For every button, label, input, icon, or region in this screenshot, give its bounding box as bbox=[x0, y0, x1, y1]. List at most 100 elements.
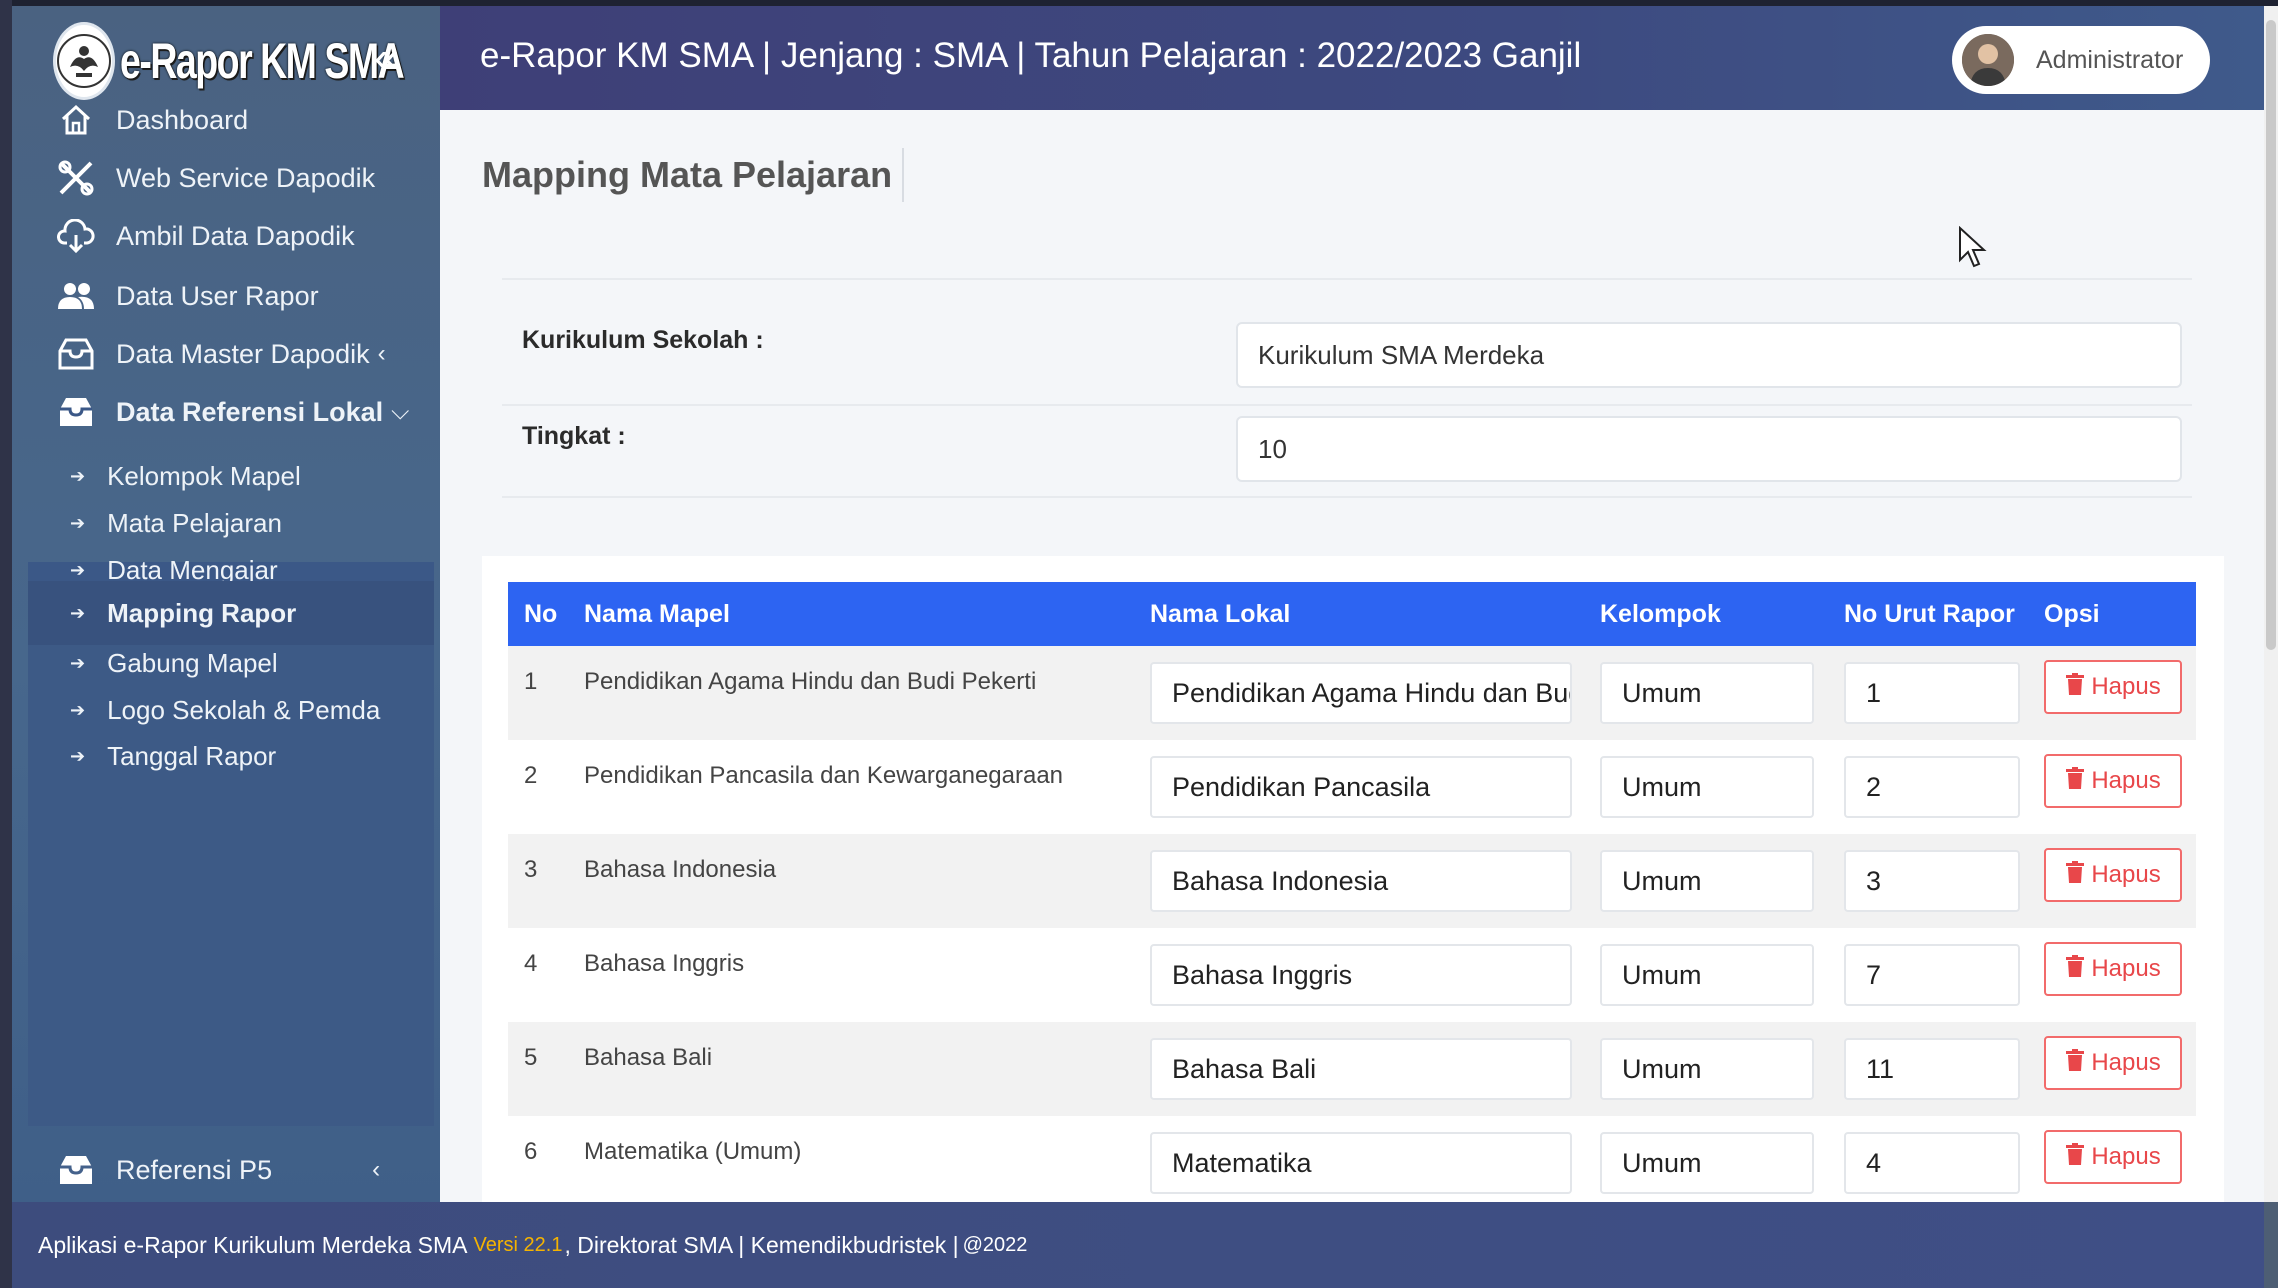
delete-label: Hapus bbox=[2091, 673, 2161, 700]
arrow-right-icon: ➔ bbox=[70, 652, 86, 673]
avatar bbox=[1962, 34, 2014, 86]
no-urut-input[interactable] bbox=[1844, 662, 2020, 724]
no-urut-input[interactable] bbox=[1844, 850, 2020, 912]
submenu-item-label: Tanggal Rapor bbox=[107, 740, 277, 771]
user-menu-button[interactable]: Administrator bbox=[1952, 26, 2210, 94]
no-urut-input[interactable] bbox=[1844, 1132, 2020, 1194]
sidebar-item-label: Data Master Dapodik bbox=[116, 338, 370, 369]
trash-icon bbox=[2065, 954, 2085, 984]
trash-icon bbox=[2065, 672, 2085, 702]
no-urut-input[interactable] bbox=[1844, 1038, 2020, 1100]
column-header-no-urut-rapor: No Urut Rapor bbox=[1844, 600, 2015, 628]
kelompok-input[interactable] bbox=[1600, 944, 1814, 1006]
footer-year: @2022 bbox=[962, 1233, 1028, 1256]
scrollbar-thumb[interactable] bbox=[2266, 20, 2276, 650]
arrow-right-icon: ➔ bbox=[70, 699, 86, 720]
nama-lokal-input[interactable] bbox=[1150, 944, 1572, 1006]
sidebar-item-label: Referensi P5 bbox=[116, 1154, 273, 1185]
divider bbox=[502, 278, 2192, 280]
users-icon bbox=[54, 274, 98, 318]
column-header-nama-lokal: Nama Lokal bbox=[1150, 600, 1291, 628]
column-header-opsi: Opsi bbox=[2044, 600, 2100, 628]
divider bbox=[502, 496, 2192, 498]
sidebar-item-label: Data Referensi Lokal bbox=[116, 396, 384, 427]
delete-label: Hapus bbox=[2091, 861, 2161, 888]
trash-icon bbox=[2065, 860, 2085, 890]
kurikulum-field[interactable] bbox=[1236, 322, 2182, 388]
chevron-left-icon: ‹ bbox=[372, 1156, 381, 1183]
footer: Aplikasi e-Rapor Kurikulum Merdeka SMA V… bbox=[12, 1202, 2264, 1288]
submenu-item-label: Kelompok Mapel bbox=[107, 460, 301, 491]
row-number: 4 bbox=[524, 950, 538, 977]
column-header-nama-mapel: Nama Mapel bbox=[584, 600, 730, 628]
mapel-name: Bahasa Indonesia bbox=[584, 856, 777, 883]
inbox-icon bbox=[54, 332, 98, 376]
divider bbox=[502, 404, 2192, 406]
inbox-icon bbox=[54, 390, 98, 434]
delete-label: Hapus bbox=[2091, 1143, 2161, 1170]
kelompok-input[interactable] bbox=[1600, 1038, 1814, 1100]
arrow-right-icon: ➔ bbox=[70, 512, 86, 533]
delete-button[interactable]: Hapus bbox=[2044, 942, 2182, 996]
page-title: Mapping Mata Pelajaran bbox=[482, 154, 893, 195]
no-urut-input[interactable] bbox=[1844, 756, 2020, 818]
trash-icon bbox=[2065, 1142, 2085, 1172]
footer-version: Versi 22.1 bbox=[473, 1233, 563, 1256]
chevron-down-icon: ⌵ bbox=[391, 398, 410, 425]
mapel-name: Pendidikan Agama Hindu dan Budi Pekerti bbox=[584, 668, 1037, 695]
kelompok-input[interactable] bbox=[1600, 1132, 1814, 1194]
nama-lokal-input[interactable] bbox=[1150, 756, 1572, 818]
row-number: 1 bbox=[524, 668, 538, 695]
title-divider bbox=[902, 148, 904, 202]
footer-app-name: Aplikasi e-Rapor Kurikulum Merdeka SMA bbox=[38, 1231, 468, 1258]
topbar: e-Rapor KM SMA | Jenjang : SMA | Tahun P… bbox=[440, 6, 2264, 110]
no-urut-input[interactable] bbox=[1844, 944, 2020, 1006]
sidebar-item-referensi-p5[interactable]: Referensi P5 ‹ bbox=[12, 1130, 440, 1202]
delete-button[interactable]: Hapus bbox=[2044, 660, 2182, 714]
table-row: 6 Matematika (Umum) Hapus bbox=[508, 1116, 2196, 1202]
delete-button[interactable]: Hapus bbox=[2044, 1036, 2182, 1090]
trash-icon bbox=[2065, 1048, 2085, 1078]
sidebar: e-Rapor KM SMA « Dashboard Web Service D… bbox=[12, 6, 440, 1202]
table-row: 3 Bahasa Indonesia Hapus bbox=[508, 834, 2196, 928]
nama-lokal-input[interactable] bbox=[1150, 1038, 1572, 1100]
kelompok-input[interactable] bbox=[1600, 662, 1814, 724]
sidebar-item-label: Web Service Dapodik bbox=[116, 162, 376, 193]
mapel-name: Bahasa Inggris bbox=[584, 950, 745, 977]
submenu-item-tanggal-rapor[interactable]: ➔ Tanggal Rapor bbox=[28, 726, 434, 786]
kelompok-input[interactable] bbox=[1600, 850, 1814, 912]
arrow-right-icon: ➔ bbox=[70, 602, 86, 623]
delete-button[interactable]: Hapus bbox=[2044, 1130, 2182, 1184]
table-header: No Nama Mapel Nama Lokal Kelompok No Uru… bbox=[508, 582, 2196, 646]
arrow-right-icon: ➔ bbox=[70, 465, 86, 486]
row-number: 6 bbox=[524, 1138, 538, 1165]
submenu-item-label: Gabung Mapel bbox=[107, 647, 278, 678]
sidebar-item-label: Ambil Data Dapodik bbox=[116, 220, 355, 251]
row-number: 3 bbox=[524, 856, 538, 883]
tools-icon bbox=[54, 156, 98, 200]
window-left-edge bbox=[0, 0, 12, 1288]
submenu-item-label: Mata Pelajaran bbox=[107, 507, 282, 538]
delete-button[interactable]: Hapus bbox=[2044, 754, 2182, 808]
collapse-sidebar-icon[interactable]: « bbox=[374, 36, 398, 80]
sidebar-item-data-referensi-lokal[interactable]: Data Referensi Lokal ⌵ bbox=[28, 372, 434, 452]
chevron-left-icon: ‹ bbox=[377, 340, 386, 367]
nama-lokal-input[interactable] bbox=[1150, 1132, 1572, 1194]
kelompok-input[interactable] bbox=[1600, 756, 1814, 818]
row-number: 5 bbox=[524, 1044, 538, 1071]
tingkat-label: Tingkat : bbox=[522, 422, 626, 450]
nama-lokal-input[interactable] bbox=[1150, 662, 1572, 724]
sidebar-item-label: Data User Rapor bbox=[116, 280, 319, 311]
main-content: Mapping Mata Pelajaran Kurikulum Sekolah… bbox=[440, 110, 2264, 1202]
table-row: 2 Pendidikan Pancasila dan Kewarganegara… bbox=[508, 740, 2196, 834]
delete-button[interactable]: Hapus bbox=[2044, 848, 2182, 902]
delete-label: Hapus bbox=[2091, 767, 2161, 794]
delete-label: Hapus bbox=[2091, 955, 2161, 982]
tingkat-field[interactable] bbox=[1236, 416, 2182, 482]
submenu-item-label: Mapping Rapor bbox=[107, 597, 297, 628]
mapel-name: Bahasa Bali bbox=[584, 1044, 713, 1071]
sidebar-item-label: Dashboard bbox=[116, 104, 249, 135]
delete-label: Hapus bbox=[2091, 1049, 2161, 1076]
kurikulum-label: Kurikulum Sekolah : bbox=[522, 326, 764, 354]
nama-lokal-input[interactable] bbox=[1150, 850, 1572, 912]
